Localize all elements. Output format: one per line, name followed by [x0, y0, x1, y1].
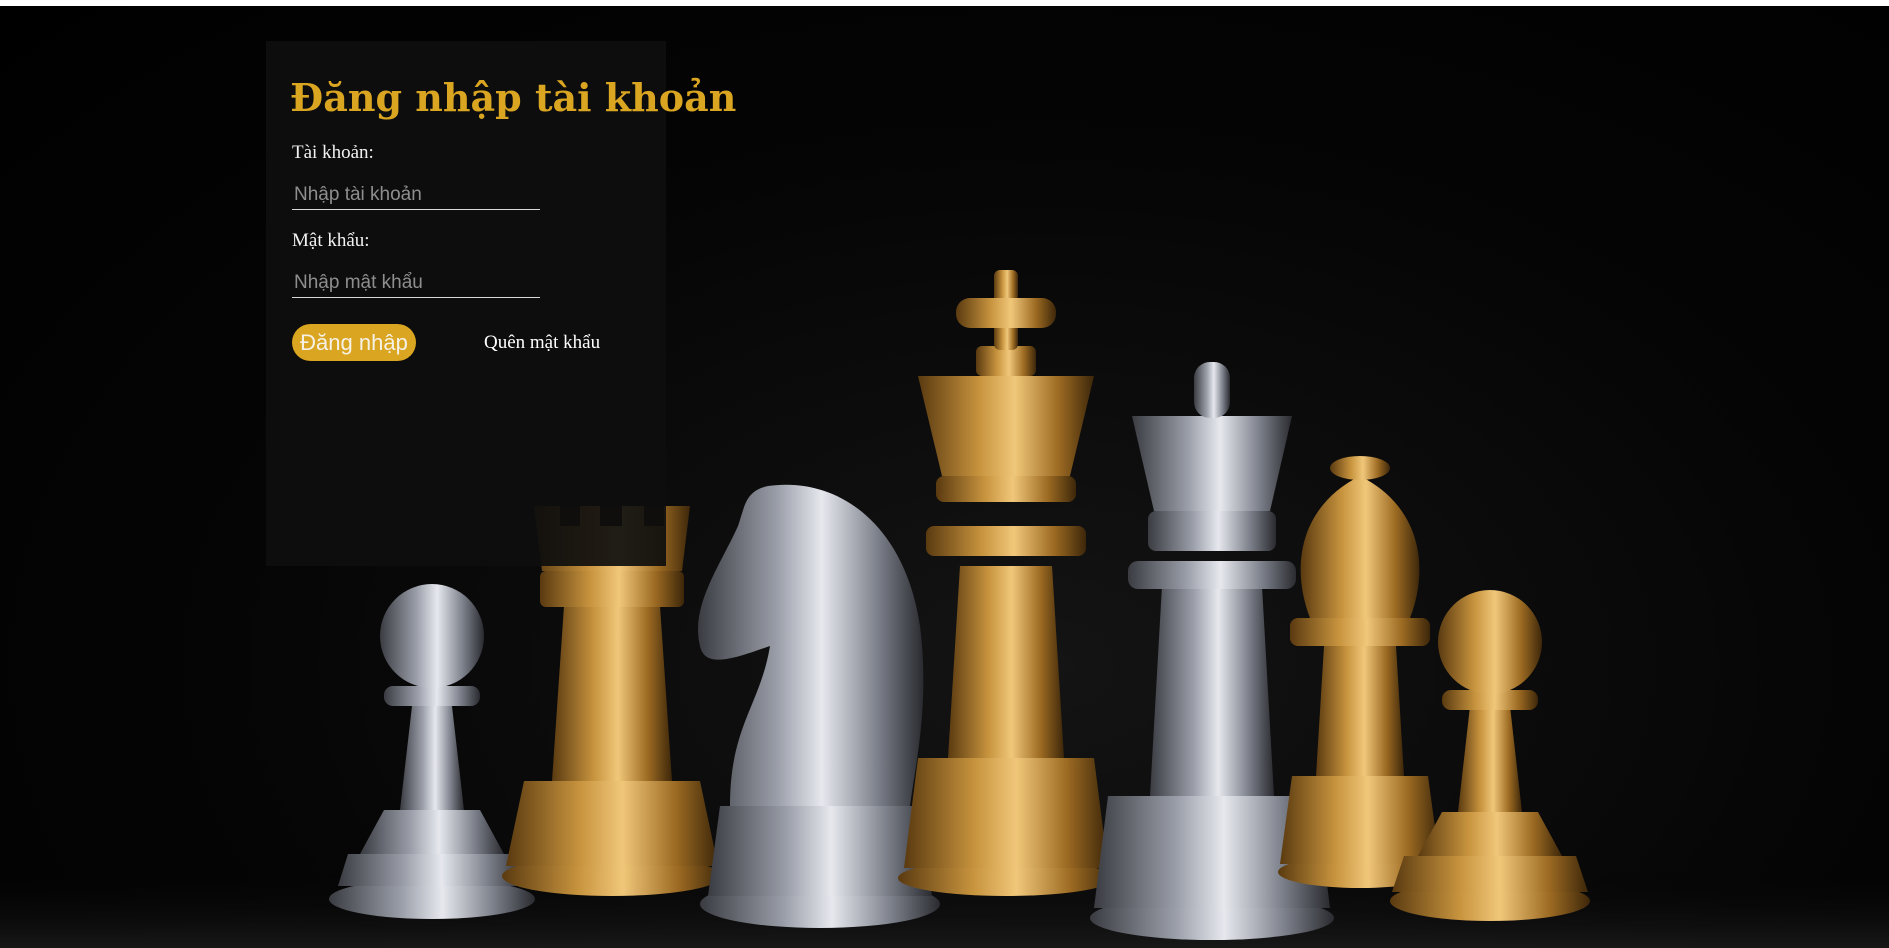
silver-pawn-left-icon: [329, 584, 535, 919]
login-button[interactable]: Đăng nhập: [292, 324, 416, 361]
gold-bishop-icon: [1278, 456, 1442, 888]
forgot-password-link[interactable]: Quên mật khẩu: [484, 332, 600, 354]
password-label: Mật khẩu:: [292, 230, 370, 251]
login-title: Đăng nhập tài khoản: [290, 75, 737, 120]
login-actions: Đăng nhập Quên mật khẩu: [292, 324, 642, 361]
username-input[interactable]: [292, 180, 540, 210]
password-input[interactable]: [292, 268, 540, 298]
silver-knight-icon: [698, 484, 940, 928]
login-panel: Đăng nhập tài khoản Tài khoản: Mật khẩu:…: [266, 41, 737, 566]
gold-king-icon: [898, 270, 1114, 896]
username-label: Tài khoản:: [292, 142, 374, 163]
login-page: Đăng nhập tài khoản Tài khoản: Mật khẩu:…: [0, 6, 1889, 948]
